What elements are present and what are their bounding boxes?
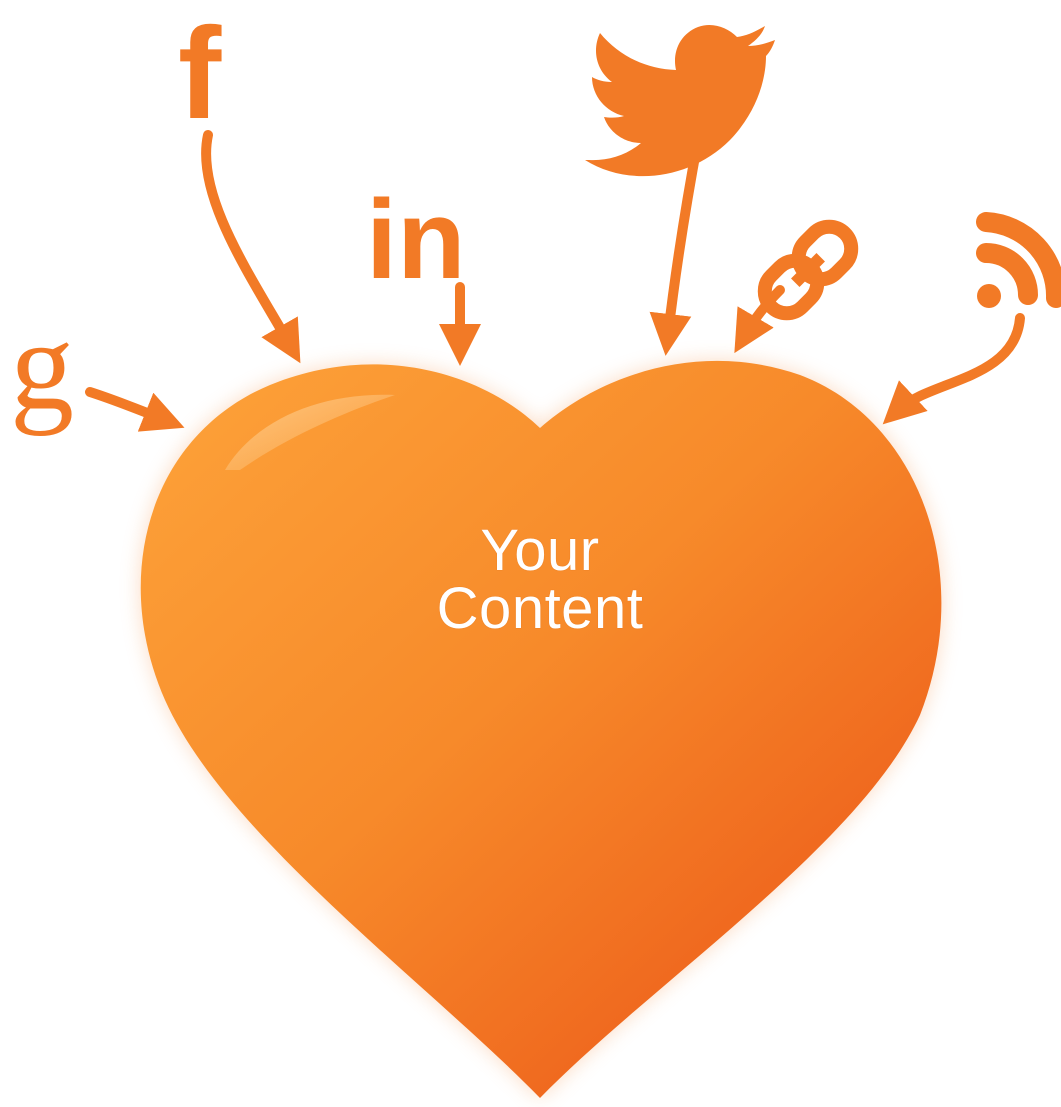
arrows-group (85, 130, 1025, 432)
heart-label-line2: Content (436, 576, 644, 641)
google-arrow (85, 387, 185, 432)
rss-feed-icon (976, 212, 1061, 308)
heart-label-line1: Your (480, 518, 600, 583)
rss-arrow (882, 313, 1025, 425)
heart-shape (140, 360, 942, 1098)
facebook-icon: f (178, 0, 222, 146)
heart-label: Your Content (370, 522, 710, 638)
linkedin-icon: in (366, 177, 466, 302)
facebook-arrow (201, 130, 301, 364)
diagram-canvas: f in g Your Content (0, 0, 1061, 1107)
google-icon: g (10, 294, 74, 436)
twitter-bird-icon (585, 25, 775, 177)
chain-link-icon (757, 219, 859, 321)
